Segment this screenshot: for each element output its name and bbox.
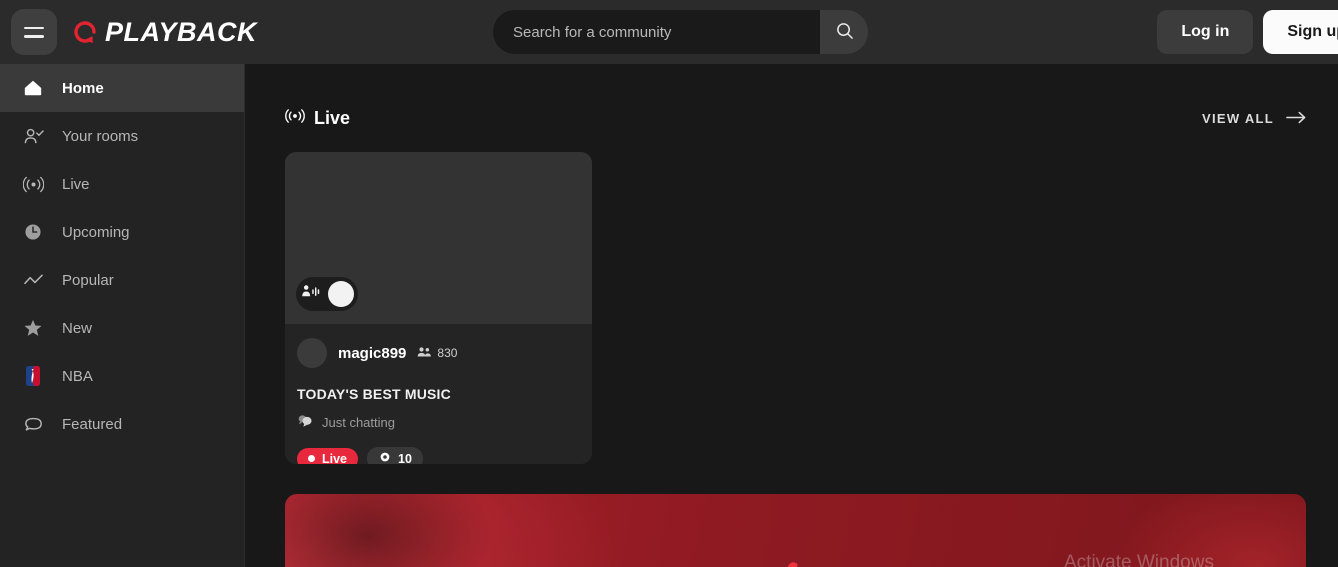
sidebar-item-nba[interactable]: NBA (0, 352, 244, 400)
live-dot-icon (308, 455, 315, 462)
sidebar-item-new[interactable]: New (0, 304, 244, 352)
search-button[interactable] (820, 10, 868, 54)
playback-logo-icon (72, 19, 98, 45)
sidebar: Home Your rooms Live Upcoming Popular Ne… (0, 64, 245, 567)
live-section-header: Live VIEW ALL (285, 106, 1308, 131)
home-icon (22, 77, 44, 99)
sidebar-item-label: Your rooms (62, 127, 139, 145)
sidebar-item-label: Featured (62, 415, 123, 433)
signup-button[interactable]: Sign up (1263, 10, 1338, 54)
promo-banner[interactable] (285, 494, 1306, 567)
card-streamer-row: magic899 830 (297, 338, 580, 368)
top-bar: PLAYBACK Log in Sign up (0, 0, 1338, 64)
sidebar-item-label: Home (62, 79, 104, 97)
sidebar-item-your-rooms[interactable]: Your rooms (0, 112, 244, 160)
auth-actions: Log in Sign up (1157, 10, 1338, 54)
sidebar-item-home[interactable]: Home (0, 64, 244, 112)
viewers-count: 10 (398, 451, 412, 465)
sidebar-item-label: Live (62, 175, 90, 193)
toggle-knob (328, 281, 354, 307)
person-check-icon (22, 125, 44, 147)
card-badges: Live 10 (297, 447, 580, 464)
card-thumbnail (285, 152, 592, 324)
main-content: Live VIEW ALL magic899 830 TODAY'S BEST … (245, 64, 1338, 567)
app-root: PLAYBACK Log in Sign up (0, 0, 1338, 567)
broadcast-icon (285, 106, 305, 131)
streamer-name: magic899 (338, 344, 407, 362)
banner-speck-icon (784, 560, 799, 567)
sidebar-item-label: Popular (62, 271, 114, 289)
live-label: Live (322, 451, 348, 465)
avatar (297, 338, 327, 368)
section-title-group: Live (285, 106, 350, 131)
people-icon (417, 346, 432, 361)
hamburger-menu-button[interactable] (11, 9, 57, 55)
brand-name: PLAYBACK (105, 16, 257, 47)
nba-logo-icon (22, 365, 44, 387)
stream-category[interactable]: Just chatting (297, 413, 580, 431)
section-title: Live (314, 108, 351, 128)
person-speaking-icon (300, 282, 321, 306)
sidebar-item-live[interactable]: Live (0, 160, 244, 208)
speech-bubbles-icon (297, 413, 314, 431)
audio-toggle[interactable] (296, 277, 358, 311)
login-button[interactable]: Log in (1157, 10, 1254, 54)
sidebar-item-label: NBA (62, 367, 93, 385)
view-all-label: VIEW ALL (1201, 111, 1274, 126)
view-all-link[interactable]: VIEW ALL (1202, 110, 1308, 128)
clock-icon (22, 221, 44, 243)
arrow-right-icon (1286, 110, 1308, 128)
hamburger-icon-line (24, 26, 44, 29)
card-body: magic899 830 TODAY'S BEST MUSIC Just cha… (285, 324, 592, 464)
followers-count: 830 (417, 346, 457, 361)
sidebar-item-featured[interactable]: Featured (0, 400, 244, 448)
search-bar (493, 10, 868, 54)
followers-value: 830 (437, 346, 458, 360)
sidebar-item-popular[interactable]: Popular (0, 256, 244, 304)
sidebar-item-label: Upcoming (62, 223, 130, 241)
broadcast-icon (22, 173, 44, 195)
eye-icon (378, 451, 392, 464)
search-input[interactable] (493, 10, 820, 54)
live-badge: Live (297, 447, 359, 465)
viewers-badge: 10 (367, 447, 423, 464)
sidebar-item-upcoming[interactable]: Upcoming (0, 208, 244, 256)
stream-title: TODAY'S BEST MUSIC (297, 386, 451, 402)
brand-logo[interactable]: PLAYBACK (72, 17, 257, 48)
live-stream-card[interactable]: magic899 830 TODAY'S BEST MUSIC Just cha… (285, 152, 592, 464)
hamburger-icon-line (24, 35, 44, 38)
sidebar-item-label: New (62, 319, 93, 337)
trending-line-icon (22, 269, 44, 291)
search-icon (835, 21, 854, 43)
category-label: Just chatting (322, 414, 395, 430)
star-icon (22, 317, 44, 339)
speech-bubble-icon (22, 413, 44, 435)
